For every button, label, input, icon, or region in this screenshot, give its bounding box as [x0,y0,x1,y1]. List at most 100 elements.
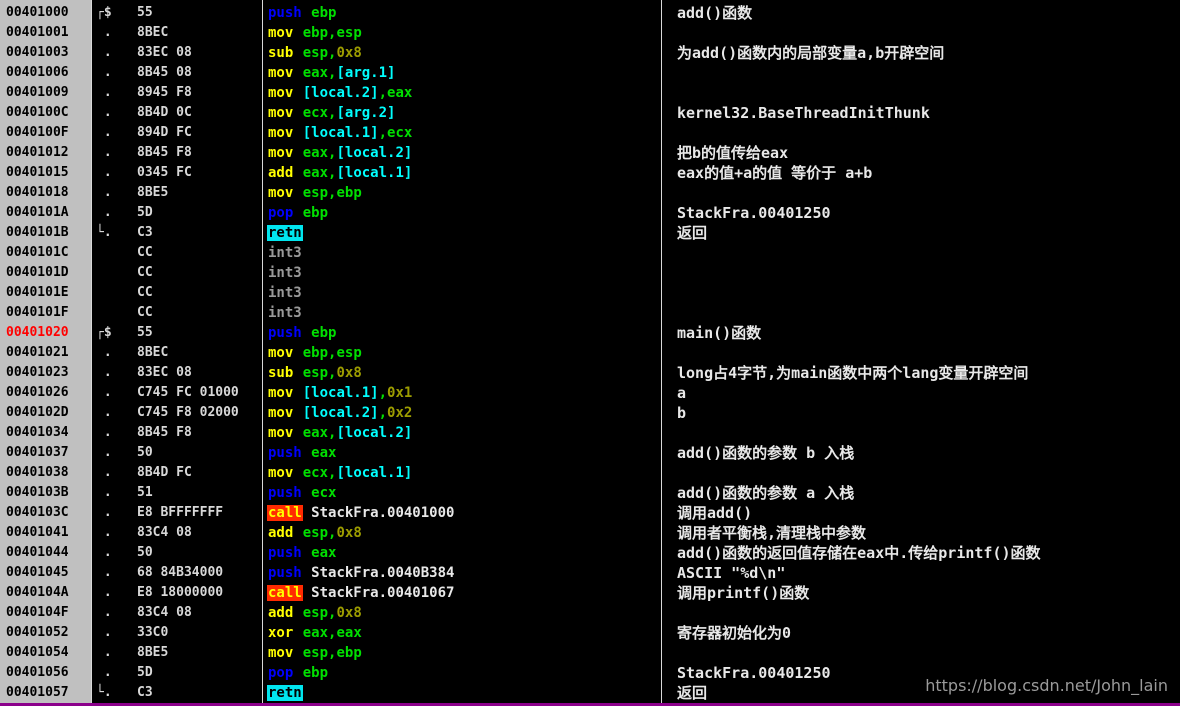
hex-bytes[interactable]: 8B45 08 [137,63,261,83]
comment[interactable] [677,343,1177,363]
comment[interactable] [677,643,1177,663]
code-row[interactable]: 00401023 . 83EC 08 sub esp,0x8 long占4字节,为ma… [0,363,1180,383]
disassembly-instruction[interactable]: push ecx [267,483,659,503]
code-row[interactable]: 00401000 ┌$ 55 push ebp add()函数 [0,3,1180,23]
hex-bytes[interactable]: 8BEC [137,343,261,363]
comment[interactable] [677,83,1177,103]
disassembly-instruction[interactable]: xor eax,eax [267,623,659,643]
disassembly-instruction[interactable]: mov esp,ebp [267,183,659,203]
comment[interactable] [677,463,1177,483]
hex-bytes[interactable]: 68 84B34000 [137,563,261,583]
code-row[interactable]: 00401026 . C745 FC 01000 mov [local.1],0x1… [0,383,1180,403]
hex-bytes[interactable]: 51 [137,483,261,503]
address[interactable]: 0040101E [0,283,91,303]
address[interactable]: 00401006 [0,63,91,83]
code-row[interactable]: 00401021 . 8BEC mov ebp,esp [0,343,1180,363]
disassembly-instruction[interactable]: mov ebp,esp [267,343,659,363]
disassembly-instruction[interactable]: mov [local.1],ecx [267,123,659,143]
disassembly-instruction[interactable]: push StackFra.0040B384 [267,563,659,583]
disassembly-instruction[interactable]: mov [local.2],0x2 [267,403,659,423]
code-row[interactable]: 0040103B . 51 push ecx add()函数的参数 a 入栈 [0,483,1180,503]
hex-bytes[interactable]: C745 FC 01000 [137,383,261,403]
address[interactable]: 00401026 [0,383,91,403]
code-row[interactable]: 00401020 ┌$ 55 push ebp main()函数 [0,323,1180,343]
hex-bytes[interactable]: E8 BFFFFFFF [137,503,261,523]
code-row[interactable]: 00401001 . 8BEC mov ebp,esp [0,23,1180,43]
code-row[interactable]: 00401037 . 50 push eax add()函数的参数 b 入栈 [0,443,1180,463]
disassembly-instruction[interactable]: push eax [267,543,659,563]
code-row[interactable]: 00401003 . 83EC 08 sub esp,0x8 为add()函数内的局部… [0,43,1180,63]
disassembly-instruction[interactable]: add esp,0x8 [267,523,659,543]
address[interactable]: 00401038 [0,463,91,483]
address[interactable]: 00401021 [0,343,91,363]
address[interactable]: 00401041 [0,523,91,543]
disassembly-instruction[interactable]: call StackFra.00401067 [267,583,659,603]
disassembly-instruction[interactable]: int3 [267,263,659,283]
code-row[interactable]: 0040101C CC int3 [0,243,1180,263]
code-row[interactable]: 00401009 . 8945 F8 mov [local.2],eax [0,83,1180,103]
comment[interactable] [677,63,1177,83]
hex-bytes[interactable]: C745 F8 02000 [137,403,261,423]
comment[interactable]: 返回 [677,223,1177,243]
address[interactable]: 0040102D [0,403,91,423]
code-row[interactable]: 00401045 . 68 84B34000 push StackFra.0040B… [0,563,1180,583]
address[interactable]: 00401057 [0,683,91,703]
disassembly-instruction[interactable]: mov ecx,[local.1] [267,463,659,483]
address[interactable]: 00401056 [0,663,91,683]
disassembly-instruction[interactable]: int3 [267,283,659,303]
disassembly-instruction[interactable]: int3 [267,303,659,323]
code-row[interactable]: 0040103C . E8 BFFFFFFF call StackFra.00401… [0,503,1180,523]
code-row[interactable]: 0040101F CC int3 [0,303,1180,323]
code-row[interactable]: 00401044 . 50 push eax add()函数的返回值存储在eax中.传… [0,543,1180,563]
address[interactable]: 0040104A [0,583,91,603]
code-row[interactable]: 0040100C . 8B4D 0C mov ecx,[arg.2] kernel32… [0,103,1180,123]
comment[interactable] [677,283,1177,303]
comment[interactable] [677,303,1177,323]
comment[interactable]: ASCII "%d\n" [677,563,1177,583]
disassembly-instruction[interactable]: pop ebp [267,663,659,683]
address[interactable]: 0040101A [0,203,91,223]
current-address[interactable]: 00401020 [0,323,91,343]
disassembly-instruction[interactable]: retn [267,683,659,703]
hex-bytes[interactable]: 0345 FC [137,163,261,183]
hex-bytes[interactable]: E8 18000000 [137,583,261,603]
hex-bytes[interactable]: 8BE5 [137,643,261,663]
address[interactable]: 00401023 [0,363,91,383]
comment[interactable]: 寄存器初始化为0 [677,623,1177,643]
code-row[interactable]: 00401018 . 8BE5 mov esp,ebp [0,183,1180,203]
disassembly-instruction[interactable]: mov ebp,esp [267,23,659,43]
disassembly-instruction[interactable]: sub esp,0x8 [267,43,659,63]
address[interactable]: 00401052 [0,623,91,643]
hex-bytes[interactable]: 83C4 08 [137,603,261,623]
comment[interactable]: add()函数的返回值存储在eax中.传给printf()函数 [677,543,1177,563]
address[interactable]: 00401003 [0,43,91,63]
hex-bytes[interactable]: 50 [137,443,261,463]
comment[interactable]: add()函数的参数 b 入栈 [677,443,1177,463]
comment[interactable] [677,263,1177,283]
disassembly-instruction[interactable]: mov eax,[local.2] [267,143,659,163]
hex-bytes[interactable]: 8BEC [137,23,261,43]
code-row[interactable]: 00401015 . 0345 FC add eax,[local.1] eax的值+… [0,163,1180,183]
comment[interactable]: StackFra.00401250 [677,203,1177,223]
code-row[interactable]: 0040101E CC int3 [0,283,1180,303]
address[interactable]: 0040100F [0,123,91,143]
hex-bytes[interactable]: 55 [137,323,261,343]
hex-bytes[interactable]: CC [137,243,261,263]
code-row[interactable]: 00401038 . 8B4D FC mov ecx,[local.1] [0,463,1180,483]
comment[interactable] [677,23,1177,43]
address[interactable]: 00401034 [0,423,91,443]
address[interactable]: 00401000 [0,3,91,23]
address[interactable]: 0040101D [0,263,91,283]
address[interactable]: 0040101F [0,303,91,323]
comment[interactable]: b [677,403,1177,423]
address[interactable]: 0040100C [0,103,91,123]
code-row[interactable]: 00401054 . 8BE5 mov esp,ebp [0,643,1180,663]
disassembly-instruction[interactable]: add eax,[local.1] [267,163,659,183]
code-row[interactable]: 0040104F . 83C4 08 add esp,0x8 [0,603,1180,623]
comment[interactable] [677,603,1177,623]
address[interactable]: 0040103C [0,503,91,523]
code-row[interactable]: 0040101B └. C3 retn 返回 [0,223,1180,243]
comment[interactable] [677,243,1177,263]
address[interactable]: 00401037 [0,443,91,463]
hex-bytes[interactable]: C3 [137,223,261,243]
